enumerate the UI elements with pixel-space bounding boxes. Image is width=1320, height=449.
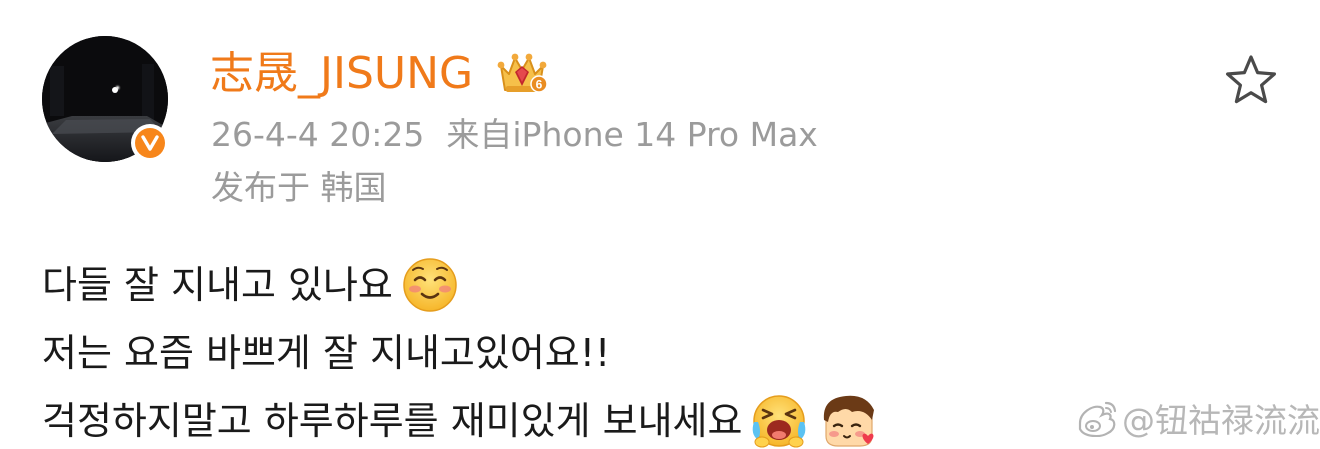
avatar[interactable]: [42, 36, 169, 162]
watermark: @钮祜禄流流: [1074, 393, 1320, 443]
content-line-3: 걱정하지말고 하루하루를 재미있게 보내세요: [42, 387, 880, 449]
watermark-text: @钮祜禄流流: [1122, 401, 1320, 440]
member-level: 6: [536, 78, 543, 92]
content-line-1: 다들 잘 지내고 있나요: [42, 251, 880, 319]
weibo-post: 志晟_JISUNG 6 26-4-4 20:25 来自iPhone 14 Pro …: [0, 0, 1320, 449]
smiling-face-icon: [401, 256, 459, 314]
content-line-1-text: 다들 잘 지내고 있나요: [42, 263, 393, 307]
verified-v-icon: [135, 128, 165, 158]
post-source[interactable]: 来自iPhone 14 Pro Max: [446, 115, 817, 154]
post-timestamp: 26-4-4 20:25: [211, 115, 425, 154]
crown-member-icon[interactable]: 6: [493, 50, 551, 96]
shy-boy-face-icon: [820, 392, 880, 449]
content-line-2: 저는 요즘 바쁘게 잘 지내고있어요!!: [42, 319, 880, 387]
verified-badge: [131, 124, 169, 162]
username[interactable]: 志晟_JISUNG: [210, 47, 473, 101]
content-line-2-text: 저는 요즘 바쁘게 잘 지내고있어요!!: [42, 331, 611, 375]
crying-laughing-face-icon: [750, 392, 808, 449]
post-meta: 26-4-4 20:25 来自iPhone 14 Pro Max: [211, 114, 818, 156]
post-location: 发布于 韩国: [211, 168, 387, 207]
favorite-button[interactable]: [1222, 52, 1280, 108]
weibo-logo-icon: [1078, 401, 1117, 437]
post-content: 다들 잘 지내고 있나요 저는 요즘 바쁘게 잘 지내고있어요!! 걱정하지말고…: [42, 251, 880, 449]
star-icon: [1226, 55, 1276, 104]
content-line-3-text: 걱정하지말고 하루하루를 재미있게 보내세요: [42, 399, 743, 443]
